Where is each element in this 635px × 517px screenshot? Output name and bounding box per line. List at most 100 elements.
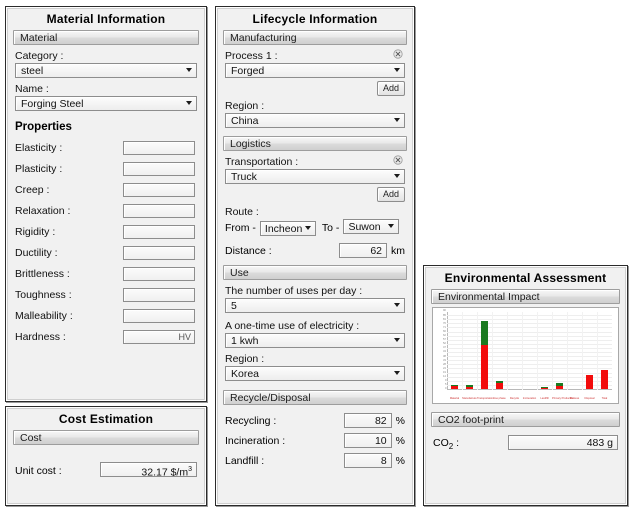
- chart-x-tick-label: Process: [569, 397, 580, 400]
- chart-gridline: [447, 368, 612, 370]
- transportation-label: Transportation :: [225, 156, 299, 168]
- chart-bar-segment-green: [481, 321, 488, 346]
- add-process-button[interactable]: Add: [376, 81, 405, 96]
- use-region-label: Region :: [225, 353, 265, 365]
- property-label: Rigidity :: [15, 225, 56, 238]
- chart-x-axis: [447, 389, 612, 390]
- chart-gridline: [447, 331, 612, 333]
- property-input[interactable]: [123, 308, 195, 323]
- chart-y-tick-label: 28: [443, 362, 446, 366]
- chart-bar-segment-red: [601, 370, 608, 389]
- property-input[interactable]: [123, 245, 195, 260]
- property-input[interactable]: [123, 266, 195, 281]
- chart-x-tick-label: Manufacture: [462, 397, 477, 400]
- incineration-input[interactable]: 10: [343, 433, 392, 448]
- property-input[interactable]: HV: [123, 329, 195, 344]
- uses-per-day-select[interactable]: 5: [225, 298, 405, 313]
- properties-heading: Properties: [15, 121, 72, 133]
- chart-y-tick-label: 33: [443, 358, 446, 362]
- delete-process-icon[interactable]: [393, 49, 403, 59]
- recycling-label: Recycling :: [225, 414, 277, 427]
- name-select[interactable]: Forging Steel: [15, 96, 197, 111]
- property-label: Toughness :: [15, 288, 72, 301]
- route-from-value: Incheon: [264, 222, 303, 235]
- property-row-creep: Creep :: [15, 179, 197, 200]
- transportation-select[interactable]: Truck: [225, 169, 405, 184]
- chart-gridline: [447, 360, 612, 362]
- chart-gridline: [447, 364, 612, 366]
- property-row-elasticity: Elasticity :: [15, 137, 197, 158]
- recycling-row: Recycling : 82 %: [225, 413, 405, 428]
- add-transportation-button[interactable]: Add: [376, 187, 405, 202]
- unit-cost-row: Unit cost : 32.17 $/m3: [15, 462, 197, 480]
- unit-cost-exponent: 3: [188, 466, 192, 473]
- chart-y-tick-label: 5: [444, 383, 446, 387]
- electricity-value: 1 kwh: [231, 335, 259, 347]
- chart-y-tick-label: 90: [443, 309, 446, 313]
- chart-x-tick-label: Incineration: [522, 397, 537, 400]
- chart-x-tick-label: Transportation: [477, 397, 494, 400]
- co2-row: CO2 : 483 g: [433, 435, 618, 453]
- chart-gridline-vertical: [567, 312, 568, 390]
- chevron-down-icon: [394, 371, 400, 375]
- property-row-rigidity: Rigidity :: [15, 221, 197, 242]
- route-to-select[interactable]: Suwon: [343, 219, 400, 234]
- category-value: steel: [21, 65, 44, 77]
- chart-x-tick-label: Landfill: [540, 397, 549, 400]
- manufacturing-region-label: Region :: [225, 100, 265, 112]
- property-input[interactable]: [123, 182, 195, 197]
- property-label: Relaxation :: [15, 204, 71, 217]
- chart-y-tick-label: 62: [443, 334, 446, 338]
- chevron-down-icon: [394, 338, 400, 342]
- property-input[interactable]: [123, 161, 195, 176]
- chart-gridline-vertical: [597, 312, 598, 390]
- chart-gridline: [447, 319, 612, 321]
- property-row-relaxation: Relaxation :: [15, 200, 197, 221]
- chevron-down-icon: [394, 303, 400, 307]
- property-input[interactable]: [123, 224, 195, 239]
- chart-bar-segment-red: [466, 387, 473, 389]
- property-label: Hardness :: [15, 330, 66, 343]
- recycling-input[interactable]: 82: [343, 413, 392, 428]
- category-select[interactable]: steel: [15, 63, 197, 78]
- co2-value[interactable]: 483 g: [508, 435, 618, 450]
- chart-bar: [451, 385, 458, 389]
- chart-bar-segment-red: [586, 374, 593, 389]
- chart-y-tick-label: 24: [443, 366, 446, 370]
- lifecycle-information-panel: Lifecycle Information Manufacturing Proc…: [215, 6, 415, 506]
- incineration-row: Incineration : 10 %: [225, 433, 405, 448]
- recycling-percent: %: [395, 414, 405, 427]
- property-input[interactable]: [123, 140, 195, 155]
- distance-label: Distance :: [225, 244, 272, 257]
- route-from-select[interactable]: Incheon: [259, 220, 316, 236]
- property-input[interactable]: [123, 287, 195, 302]
- chart-y-tick-label: 85: [443, 313, 446, 317]
- use-region-select[interactable]: Korea: [225, 366, 405, 381]
- process-select[interactable]: Forged: [225, 63, 405, 78]
- chart-x-tick-label: Total: [601, 397, 608, 400]
- chart-x-tick-label: Primary Production: [552, 397, 575, 400]
- chart-y-tick-label: 47: [443, 346, 446, 350]
- chart-y-tick-label: 57: [443, 338, 446, 342]
- electricity-select[interactable]: 1 kwh: [225, 333, 405, 348]
- distance-input[interactable]: 62: [339, 243, 387, 258]
- environmental-impact-chart[interactable]: 0 5 9 14 19 24 28 33 38 43 47 52 57 62 66 71 76 81 85 90 Mat…: [432, 307, 619, 404]
- property-row-malleability: Malleability :: [15, 305, 197, 326]
- property-label: Elasticity :: [15, 141, 63, 154]
- route-to-value: Suwon: [348, 221, 381, 233]
- manufacturing-region-value: China: [231, 115, 259, 127]
- property-input[interactable]: [123, 203, 195, 218]
- chart-gridline-vertical: [582, 312, 583, 390]
- chart-bar: [586, 374, 593, 389]
- section-manufacturing: Manufacturing: [223, 30, 407, 45]
- delete-transportation-icon[interactable]: [393, 155, 403, 165]
- manufacturing-region-select[interactable]: China: [225, 113, 405, 128]
- chevron-down-icon: [394, 68, 400, 72]
- incineration-label: Incineration :: [225, 434, 286, 447]
- co2-label-text: CO: [433, 436, 449, 449]
- property-row-ductility: Ductility :: [15, 242, 197, 263]
- unit-cost-value[interactable]: 32.17 $/m3: [100, 462, 197, 477]
- environment-panel-title: Environmental Assessment: [444, 271, 607, 285]
- landfill-input[interactable]: 8: [343, 453, 392, 468]
- chart-gridline: [447, 356, 612, 358]
